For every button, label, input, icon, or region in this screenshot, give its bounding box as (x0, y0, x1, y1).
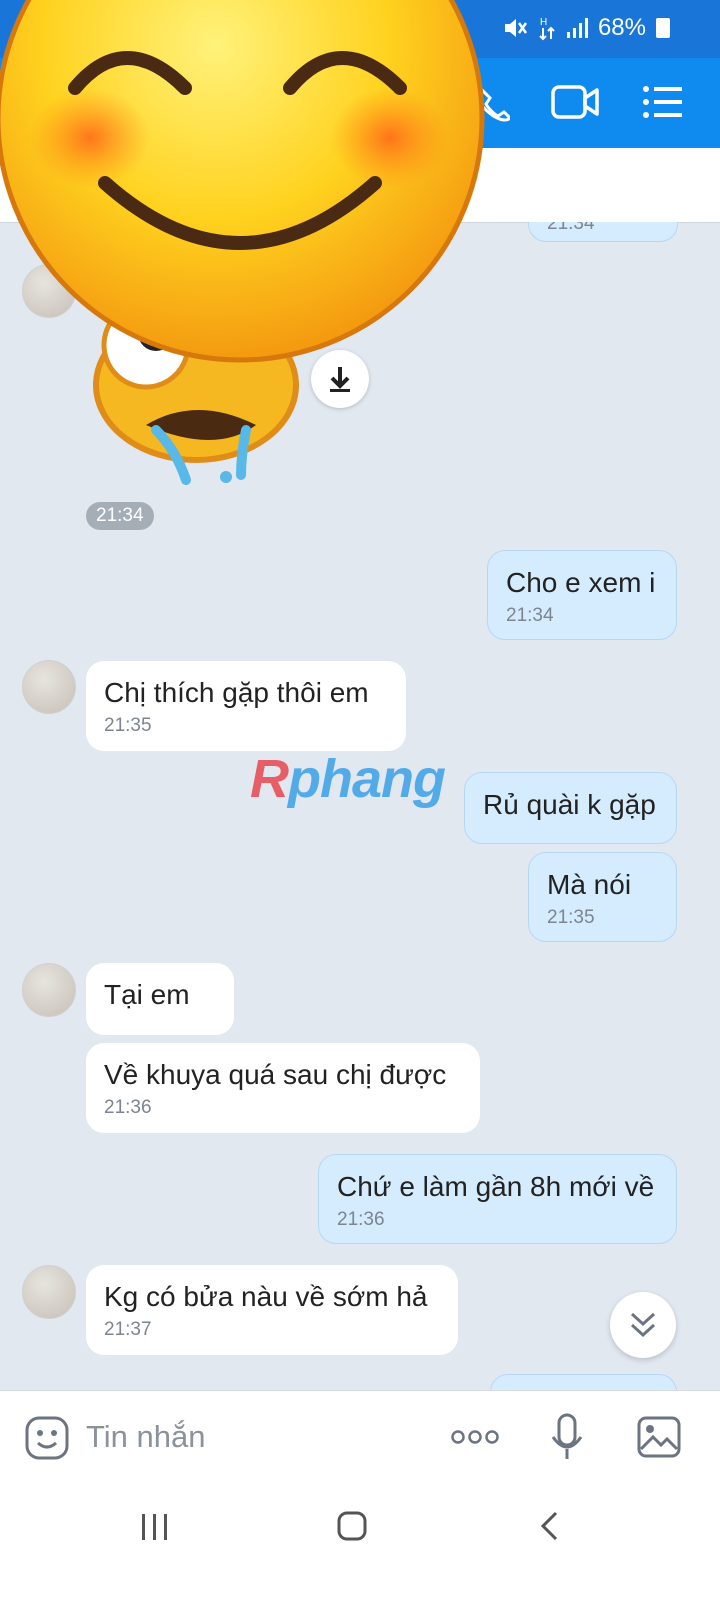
message-text: Cho e xem i (506, 567, 656, 598)
microphone-icon[interactable] (550, 1413, 584, 1463)
message-input[interactable]: Tin nhắn (86, 1419, 206, 1455)
message-in[interactable]: Tại em (86, 963, 234, 1035)
battery-percent: 68% (597, 14, 646, 41)
message-time: 21:35 (104, 715, 152, 736)
data-arrows-icon: H (539, 17, 555, 41)
message-out: 21:34 (528, 222, 678, 242)
message-text: Kg có bửa nàu về sớm hả (104, 1281, 428, 1312)
message-out[interactable]: Mà nói 21:35 (528, 852, 677, 942)
message-time: 21:34 (506, 605, 554, 626)
message-time: 21:36 (104, 1097, 152, 1118)
watermark-logo: Rphang (250, 748, 446, 810)
chat-area[interactable]: 21:34 21:34 Cho e xem i 21:34 Chị thích … (0, 222, 720, 1418)
sticker-time: 21:34 (86, 502, 154, 530)
message-in[interactable]: Chị thích gặp thôi em 21:35 (86, 661, 406, 751)
battery-icon (656, 18, 670, 38)
watermark-first: R (250, 749, 289, 809)
video-call-icon[interactable] (550, 82, 600, 122)
message-text: Về khuya quá sau chị được (104, 1059, 447, 1090)
scroll-to-bottom-button[interactable] (610, 1292, 676, 1358)
message-in[interactable]: Kg có bửa nàu về sớm hả 21:37 (86, 1265, 458, 1355)
avatar[interactable] (22, 660, 76, 714)
signal-icon (566, 18, 588, 38)
message-time: 21:36 (337, 1209, 385, 1230)
recent-apps-icon[interactable] (140, 1512, 170, 1542)
message-input-bar: Tin nhắn (0, 1390, 720, 1483)
status-icons: H 68% (502, 14, 670, 42)
menu-list-icon[interactable] (642, 84, 684, 120)
message-text: Rủ quài k gặp (483, 789, 656, 820)
smiley-emoji-overlay (0, 0, 485, 363)
svg-text:H: H (540, 17, 547, 28)
image-gallery-icon[interactable] (636, 1415, 682, 1459)
watermark-rest: phang (288, 749, 446, 809)
message-time: 21:35 (547, 907, 595, 928)
mute-icon (504, 19, 527, 37)
avatar[interactable] (22, 963, 76, 1017)
emoji-sticker-icon[interactable] (24, 1415, 70, 1461)
message-text: Chị thích gặp thôi em (104, 677, 369, 708)
home-icon[interactable] (336, 1510, 368, 1542)
message-out[interactable]: Cho e xem i 21:34 (487, 550, 677, 640)
message-out[interactable]: Rủ quài k gặp (464, 772, 677, 844)
double-chevron-down-icon (630, 1312, 656, 1338)
system-nav-bar (0, 1482, 720, 1600)
back-icon[interactable] (538, 1510, 560, 1542)
message-text: Chứ e làm gần 8h mới về (337, 1171, 655, 1202)
message-out[interactable]: Chứ e làm gần 8h mới về 21:36 (318, 1154, 677, 1244)
more-options-icon[interactable] (450, 1429, 500, 1445)
message-time: 21:37 (104, 1319, 152, 1340)
message-in[interactable]: Về khuya quá sau chị được 21:36 (86, 1043, 480, 1133)
message-text: Tại em (104, 979, 190, 1010)
message-time: 21:34 (547, 222, 595, 234)
avatar[interactable] (22, 1265, 76, 1319)
message-text: Mà nói (547, 869, 632, 900)
